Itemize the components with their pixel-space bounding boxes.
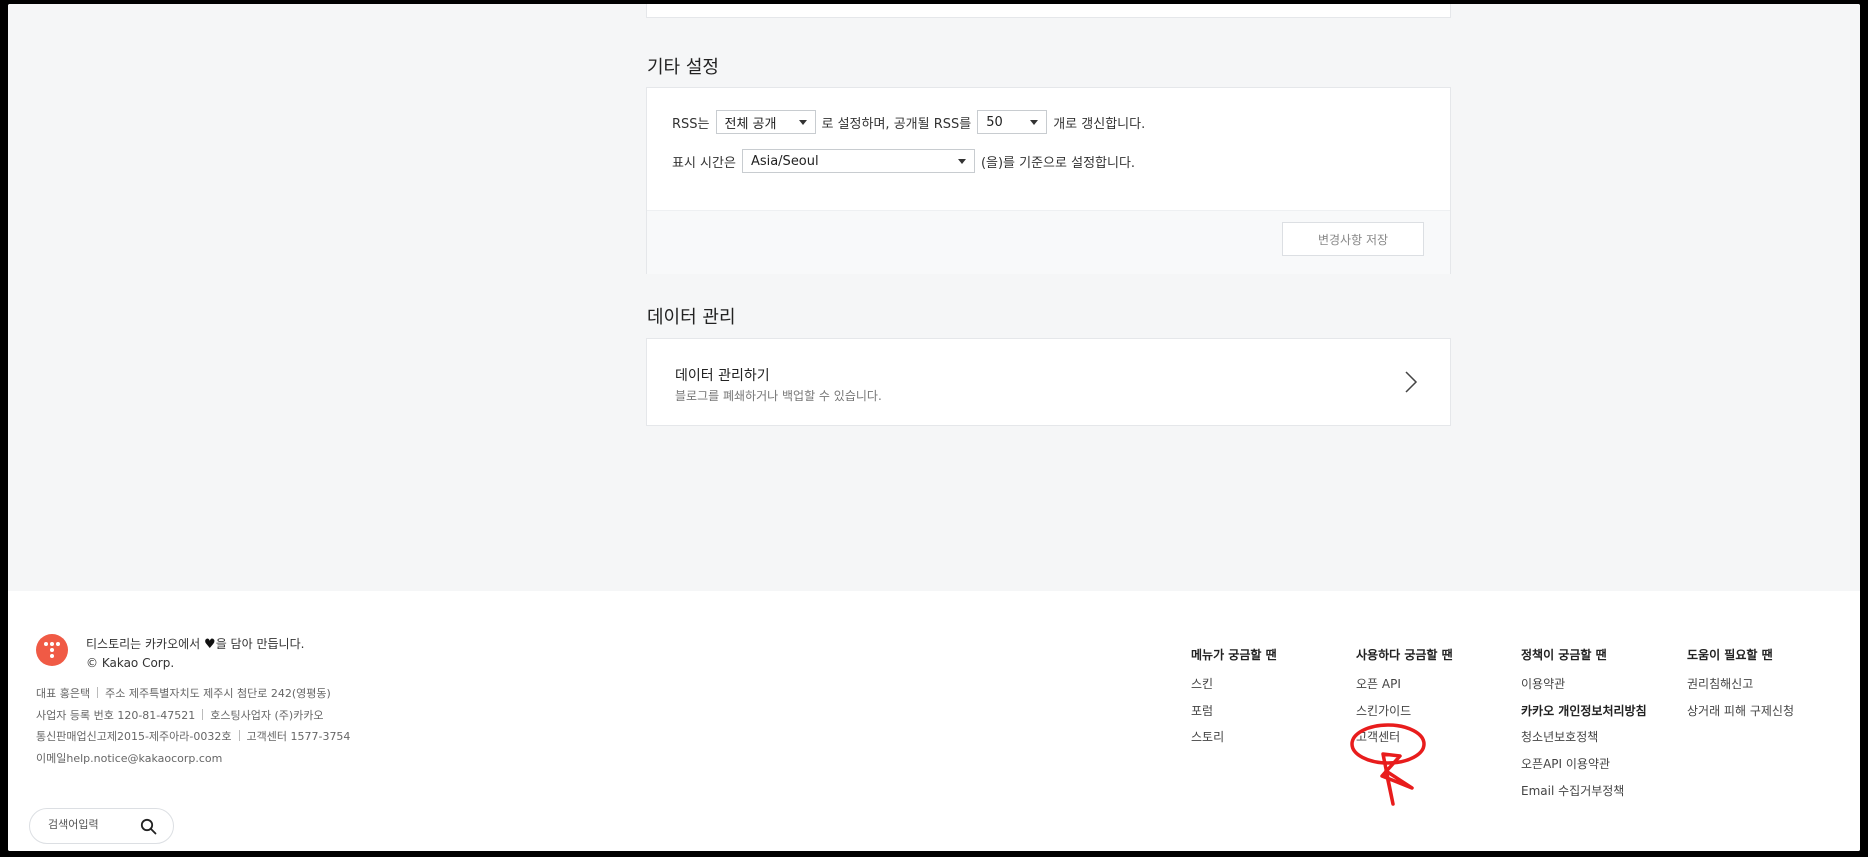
footer-column-help: 도움이 필요할 땐 권리침해신고 상거래 피해 구제신청 <box>1687 646 1794 729</box>
timezone-prefix-label: 표시 시간은 <box>672 155 736 171</box>
footer-link-forum[interactable]: 포럼 <box>1191 703 1277 719</box>
chevron-right-icon <box>1405 371 1418 393</box>
footer-link-story[interactable]: 스토리 <box>1191 729 1277 745</box>
data-management-description: 블로그를 폐쇄하거나 백업할 수 있습니다. <box>675 389 882 403</box>
divider <box>202 708 204 720</box>
rss-count-value: 50 <box>986 114 1003 130</box>
hosting-text: 호스팅사업자 (주)카카오 <box>210 708 324 722</box>
footer-column-title: 정책이 궁금할 땐 <box>1521 648 1607 662</box>
footer-link-privacy-policy[interactable]: 카카오 개인정보처리방침 <box>1521 703 1647 719</box>
settings-card-footer: 변경사항 저장 <box>647 210 1450 274</box>
timezone-select[interactable]: Asia/Seoul <box>741 149 975 173</box>
footer-column-title: 메뉴가 궁금할 땐 <box>1191 648 1277 662</box>
caret-down-icon <box>1030 119 1039 125</box>
timezone-setting-row: 표시 시간은 Asia/Seoul (을)를 기준으로 설정합니다. <box>672 149 1135 173</box>
tagline-before-text: 티스토리는 카카오에서 <box>86 637 201 651</box>
data-management-title: 데이터 관리 <box>647 307 736 328</box>
settings-main-area: 기타 설정 RSS는 전체 공개 로 설정하며, 공개될 RSS를 50 개로 … <box>8 4 1860 591</box>
footer-column-usage: 사용하다 궁금할 땐 오픈 API 스킨가이드 고객센터 <box>1356 646 1453 756</box>
footer-search-box <box>29 808 174 844</box>
rss-visibility-value: 전체 공개 <box>724 116 777 132</box>
footer-link-skin[interactable]: 스킨 <box>1191 676 1277 692</box>
browser-viewport: 기타 설정 RSS는 전체 공개 로 설정하며, 공개될 RSS를 50 개로 … <box>8 4 1860 851</box>
timezone-suffix-label: (을)를 기준으로 설정합니다. <box>980 155 1136 171</box>
rss-count-select[interactable]: 50 <box>977 110 1048 134</box>
rss-visibility-select[interactable]: 전체 공개 <box>715 110 816 134</box>
footer-column-menu: 메뉴가 궁금할 땐 스킨 포럼 스토리 <box>1191 646 1277 756</box>
footer-link-open-api-terms[interactable]: 오픈API 이용약관 <box>1521 756 1647 772</box>
footer: 티스토리는 카카오에서 ♥을 담아 만듭니다. © Kakao Corp. 대표… <box>8 591 1860 851</box>
email-text: 이메일help.notice@kakaocorp.com <box>36 751 223 765</box>
footer-link-open-api[interactable]: 오픈 API <box>1356 676 1453 692</box>
data-management-card[interactable]: 데이터 관리하기 블로그를 폐쇄하거나 백업할 수 있습니다. <box>646 338 1451 426</box>
rss-setting-row: RSS는 전체 공개 로 설정하며, 공개될 RSS를 50 개로 갱신합니다. <box>672 110 1145 134</box>
footer-column-title: 사용하다 궁금할 땐 <box>1356 648 1453 662</box>
footer-column-policy: 정책이 궁금할 땐 이용약관 카카오 개인정보처리방침 청소년보호정책 오픈AP… <box>1521 646 1647 809</box>
rss-prefix-label: RSS는 <box>672 116 710 132</box>
copyright-text: © Kakao Corp. <box>86 656 175 670</box>
previous-settings-card <box>646 4 1451 18</box>
tagline-after-text: 을 담아 만듭니다. <box>215 637 305 651</box>
footer-tagline: 티스토리는 카카오에서 ♥을 담아 만듭니다. © Kakao Corp. <box>86 635 304 672</box>
footer-link-terms[interactable]: 이용약관 <box>1521 676 1647 692</box>
heart-icon: ♥ <box>204 637 216 652</box>
ceo-text: 대표 홍은택 <box>36 687 91 700</box>
other-settings-title: 기타 설정 <box>647 57 719 78</box>
data-management-link-title: 데이터 관리하기 <box>675 368 770 384</box>
footer-link-customer-center[interactable]: 고객센터 <box>1356 729 1453 745</box>
footer-column-title: 도움이 필요할 땐 <box>1687 648 1773 662</box>
mail-order-text: 통신판매업신고제2015-제주아라-0032호 <box>36 730 232 743</box>
footer-link-youth-protection[interactable]: 청소년보호정책 <box>1521 729 1647 745</box>
footer-link-email-policy[interactable]: Email 수집거부정책 <box>1521 783 1647 799</box>
divider <box>238 730 240 741</box>
tistory-logo-icon[interactable] <box>36 634 68 666</box>
caret-down-icon <box>957 158 966 164</box>
save-changes-button[interactable]: 변경사항 저장 <box>1282 222 1424 256</box>
footer-link-rights-report[interactable]: 권리침해신고 <box>1687 676 1794 692</box>
caret-down-icon <box>798 119 807 125</box>
business-number-text: 사업자 등록 번호 120-81-47521 <box>36 708 196 722</box>
footer-link-commerce-relief[interactable]: 상거래 피해 구제신청 <box>1687 703 1794 719</box>
footer-search-input[interactable] <box>46 817 140 832</box>
address-text: 주소 제주특별자치도 제주시 첨단로 242(영평동) <box>105 687 331 700</box>
rss-middle-label: 로 설정하며, 공개될 RSS를 <box>821 116 972 132</box>
divider <box>97 687 99 698</box>
footer-link-skin-guide[interactable]: 스킨가이드 <box>1356 703 1453 719</box>
timezone-value: Asia/Seoul <box>750 153 819 169</box>
other-settings-card: RSS는 전체 공개 로 설정하며, 공개될 RSS를 50 개로 갱신합니다.… <box>646 87 1451 274</box>
company-info: 대표 홍은택 주소 제주특별자치도 제주시 첨단로 242(영평동) 사업자 등록… <box>36 683 350 769</box>
customer-center-phone: 고객센터 1577-3754 <box>246 730 351 743</box>
search-icon[interactable] <box>140 818 157 835</box>
rss-suffix-label: 개로 갱신합니다. <box>1053 116 1146 132</box>
